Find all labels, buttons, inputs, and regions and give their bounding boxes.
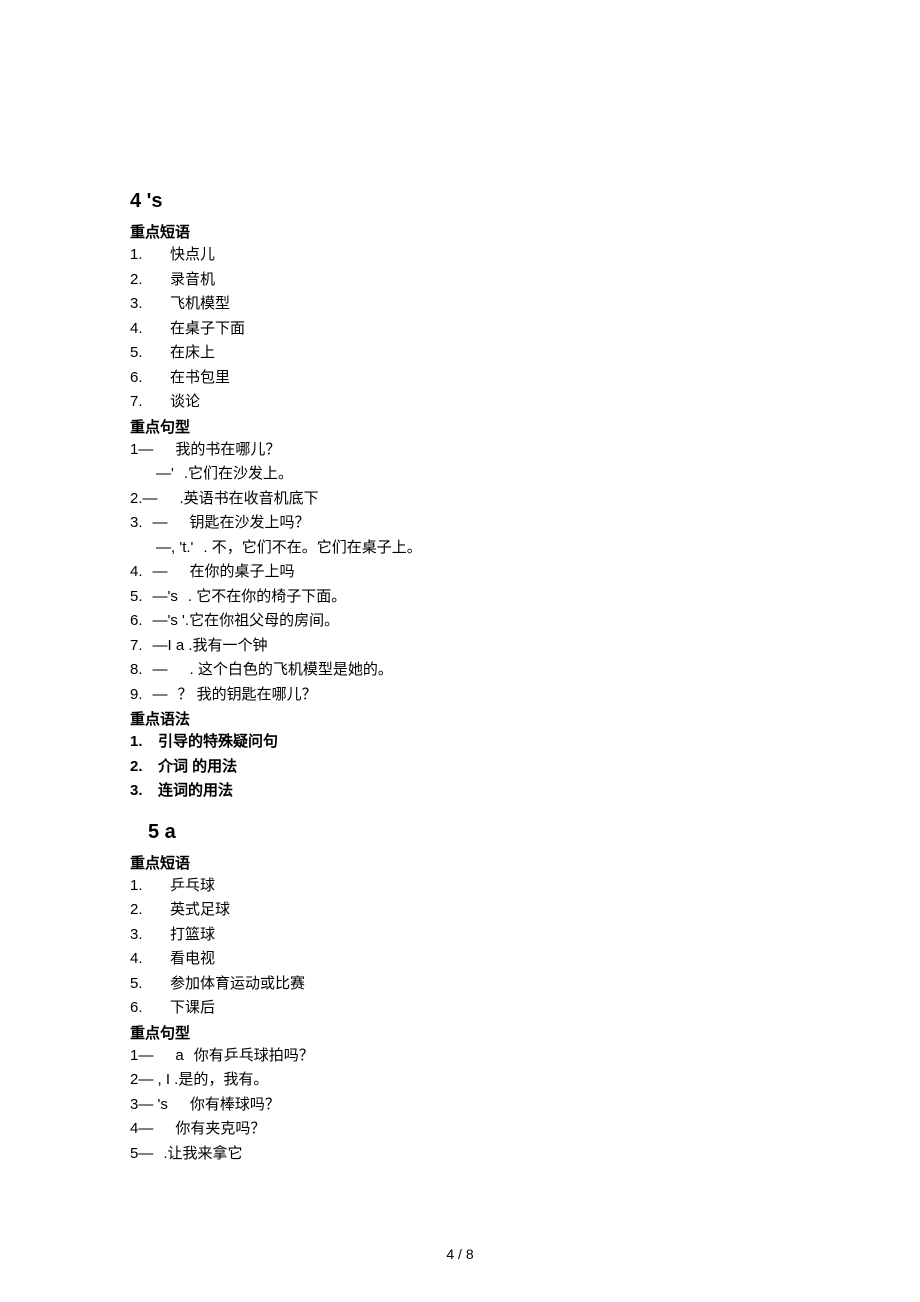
unit4-grammar-label: 重点语法 <box>130 708 790 729</box>
unit4-sentence-3: 3.—钥匙在沙发上吗？ <box>130 512 790 535</box>
unit4-phrase-3: 3.飞机模型 <box>130 293 790 316</box>
unit5-phrase-4: 4.看电视 <box>130 948 790 971</box>
unit4-phrase-6: 6.在书包里 <box>130 367 790 390</box>
unit4-phrase-4: 4.在桌子下面 <box>130 318 790 341</box>
unit5-sentences-label: 重点句型 <box>130 1022 790 1043</box>
unit4-sentence-9: 9.—？ 我的钥匙在哪儿？ <box>130 684 790 707</box>
unit5-sentence-1: 1—a你有乒乓球拍吗？ <box>130 1045 790 1068</box>
unit5-header: 5 a <box>130 821 790 844</box>
unit4-phrase-7: 7.谈论 <box>130 391 790 414</box>
unit4-header: 4 's <box>130 190 790 213</box>
unit4-sentence-1b: —'.它们在沙发上。 <box>130 463 790 486</box>
unit4-sentence-1: 1—我的书在哪儿？ <box>130 439 790 462</box>
unit4-sentences-label: 重点句型 <box>130 416 790 437</box>
unit4-grammar-3: 3.连词的用法 <box>130 780 790 803</box>
unit5-phrases-label: 重点短语 <box>130 852 790 873</box>
unit4-sentence-3b: —, 't.'. 不，它们不在。它们在桌子上。 <box>130 537 790 560</box>
unit5-sentence-3: 3— 's你有棒球吗？ <box>130 1094 790 1117</box>
unit5-phrase-1: 1.乒乓球 <box>130 875 790 898</box>
unit4-phrases-label: 重点短语 <box>130 221 790 242</box>
unit4-grammar-1: 1.引导的特殊疑问句 <box>130 731 790 754</box>
unit4-sentence-2: 2.—.英语书在收音机底下 <box>130 488 790 511</box>
unit4-sentence-4: 4.—在你的桌子上吗 <box>130 561 790 584</box>
unit5-phrase-3: 3.打篮球 <box>130 924 790 947</box>
unit5-phrase-6: 6.下课后 <box>130 997 790 1020</box>
unit4-sentence-5: 5.—'s. 它不在你的椅子下面。 <box>130 586 790 609</box>
unit4-phrase-5: 5.在床上 <box>130 342 790 365</box>
unit5-phrase-5: 5.参加体育运动或比赛 <box>130 973 790 996</box>
unit5-phrase-2: 2.英式足球 <box>130 899 790 922</box>
unit4-sentence-8: 8.—. 这个白色的飞机模型是她的。 <box>130 659 790 682</box>
unit4-sentence-6: 6.—'s '.它在你祖父母的房间。 <box>130 610 790 633</box>
unit5-sentence-5: 5—.让我来拿它 <box>130 1143 790 1166</box>
unit4-phrase-1: 1.快点儿 <box>130 244 790 267</box>
unit4-grammar-2: 2.介词 的用法 <box>130 756 790 779</box>
document-page: 4 's 重点短语 1.快点儿 2.录音机 3.飞机模型 4.在桌子下面 5.在… <box>0 0 920 1302</box>
unit4-phrase-2: 2.录音机 <box>130 269 790 292</box>
unit5-sentence-4: 4—你有夹克吗？ <box>130 1118 790 1141</box>
page-footer: 4 / 8 <box>0 1246 920 1262</box>
unit5-sentence-2: 2— , I .是的，我有。 <box>130 1069 790 1092</box>
unit4-sentence-7: 7.—I a .我有一个钟 <box>130 635 790 658</box>
